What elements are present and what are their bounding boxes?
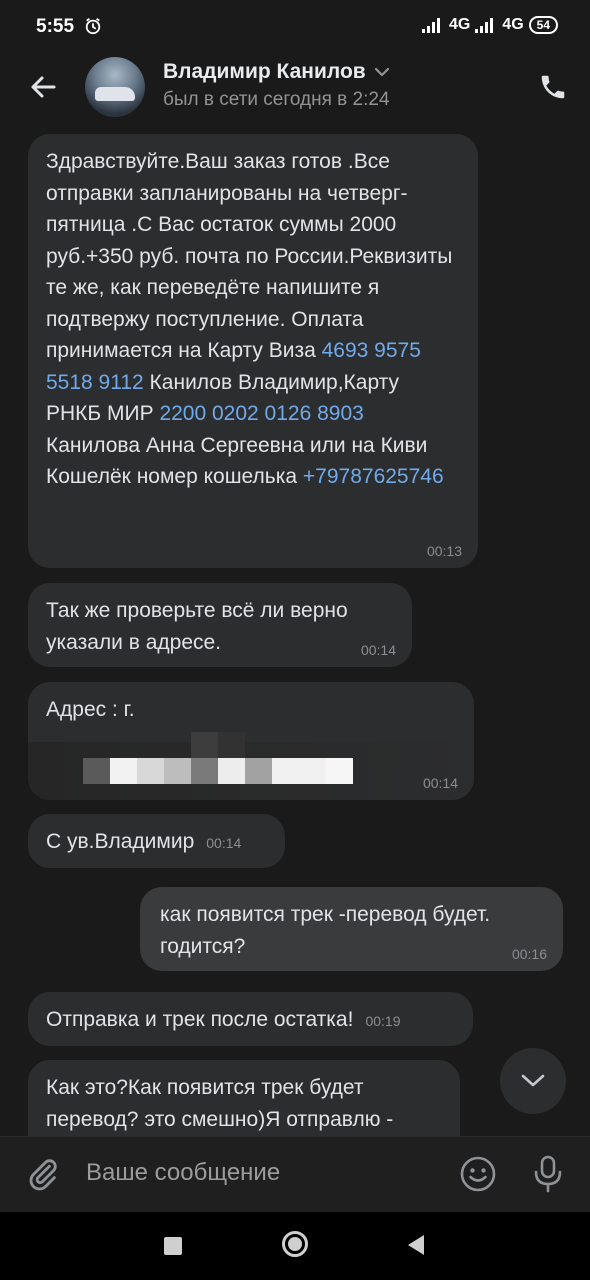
- message-list[interactable]: Здравствуйте.Ваш заказ готов .Все отправ…: [0, 128, 590, 1136]
- contact-name-label: Владимир Канилов: [163, 60, 366, 83]
- contact-name[interactable]: Владимир Канилов: [163, 60, 390, 84]
- card-number-link-2[interactable]: 2200 0202 0126 8903: [159, 402, 363, 425]
- network-type-2: 4G: [502, 16, 524, 33]
- redacted-pixels: [83, 758, 353, 786]
- chevron-down-icon: [521, 1074, 545, 1087]
- back-button[interactable]: [408, 1235, 424, 1255]
- message-bubble[interactable]: Адрес : г. 00:14: [28, 682, 474, 800]
- battery-icon: 54: [528, 16, 558, 34]
- chevron-down-icon: [374, 67, 389, 77]
- message-bubble[interactable]: Отправка и трек после остатка! 00:19: [28, 992, 473, 1046]
- attachment-icon[interactable]: [26, 1157, 60, 1191]
- status-bar: 5:55 4G 4G 54: [0, 0, 590, 52]
- message-time: 00:19: [365, 1013, 401, 1029]
- message-text: Здравствуйте.Ваш заказ готов .Все отправ…: [46, 150, 453, 362]
- message-time: 00:14: [422, 775, 458, 791]
- redacted-pixels-top-2: [218, 732, 245, 758]
- redacted-pixels-top: [191, 732, 218, 758]
- message-text: Отправка и трек после остатка!: [46, 1008, 354, 1031]
- alarm-icon: [85, 18, 101, 35]
- message-bubble[interactable]: Так же проверьте всё ли верно указали в …: [28, 583, 412, 667]
- phone-icon[interactable]: [538, 72, 568, 102]
- scroll-to-bottom-button[interactable]: [500, 1048, 566, 1114]
- message-time: 00:13: [426, 543, 462, 559]
- clock: 5:55: [36, 16, 75, 37]
- message-time: 00:14: [206, 835, 242, 851]
- home-button[interactable]: [282, 1231, 308, 1257]
- signal-icon-2: [475, 18, 494, 33]
- network-type: 4G: [448, 16, 471, 33]
- message-text: как появится трек -перевод будет. годитс…: [160, 903, 491, 958]
- microphone-icon[interactable]: [531, 1155, 565, 1193]
- message-bubble[interactable]: Как это?Как появится трек будет перевод?…: [28, 1060, 460, 1136]
- message-time: 00:16: [511, 946, 547, 962]
- message-text: Так же проверьте всё ли верно указали в …: [46, 599, 348, 654]
- message-time: 00:14: [360, 642, 396, 658]
- message-text: С ув.Владимир: [46, 830, 195, 853]
- redacted-address: [164, 704, 344, 730]
- avatar[interactable]: [85, 57, 145, 117]
- signal-icon: [421, 18, 440, 33]
- message-text: Адрес : г.: [46, 698, 135, 721]
- message-input[interactable]: Ваше сообщение: [86, 1159, 280, 1187]
- chat-header: Владимир Канилов был в сети сегодня в 2:…: [0, 52, 590, 128]
- battery-level: 54: [536, 18, 550, 32]
- emoji-icon[interactable]: [459, 1155, 497, 1193]
- last-seen-status: был в сети сегодня в 2:24: [163, 89, 390, 110]
- message-text: Как это?Как появится трек будет перевод?…: [46, 1076, 394, 1131]
- back-arrow-icon[interactable]: [28, 72, 58, 102]
- phone-number-link[interactable]: +79787625746: [303, 465, 444, 488]
- message-bubble[interactable]: С ув.Владимир 00:14: [28, 814, 285, 868]
- composer: Ваше сообщение: [0, 1136, 590, 1213]
- message-bubble[interactable]: Здравствуйте.Ваш заказ готов .Все отправ…: [28, 134, 478, 568]
- outgoing-message-bubble[interactable]: как появится трек -перевод будет. годитс…: [140, 887, 563, 971]
- recents-button[interactable]: [164, 1237, 182, 1255]
